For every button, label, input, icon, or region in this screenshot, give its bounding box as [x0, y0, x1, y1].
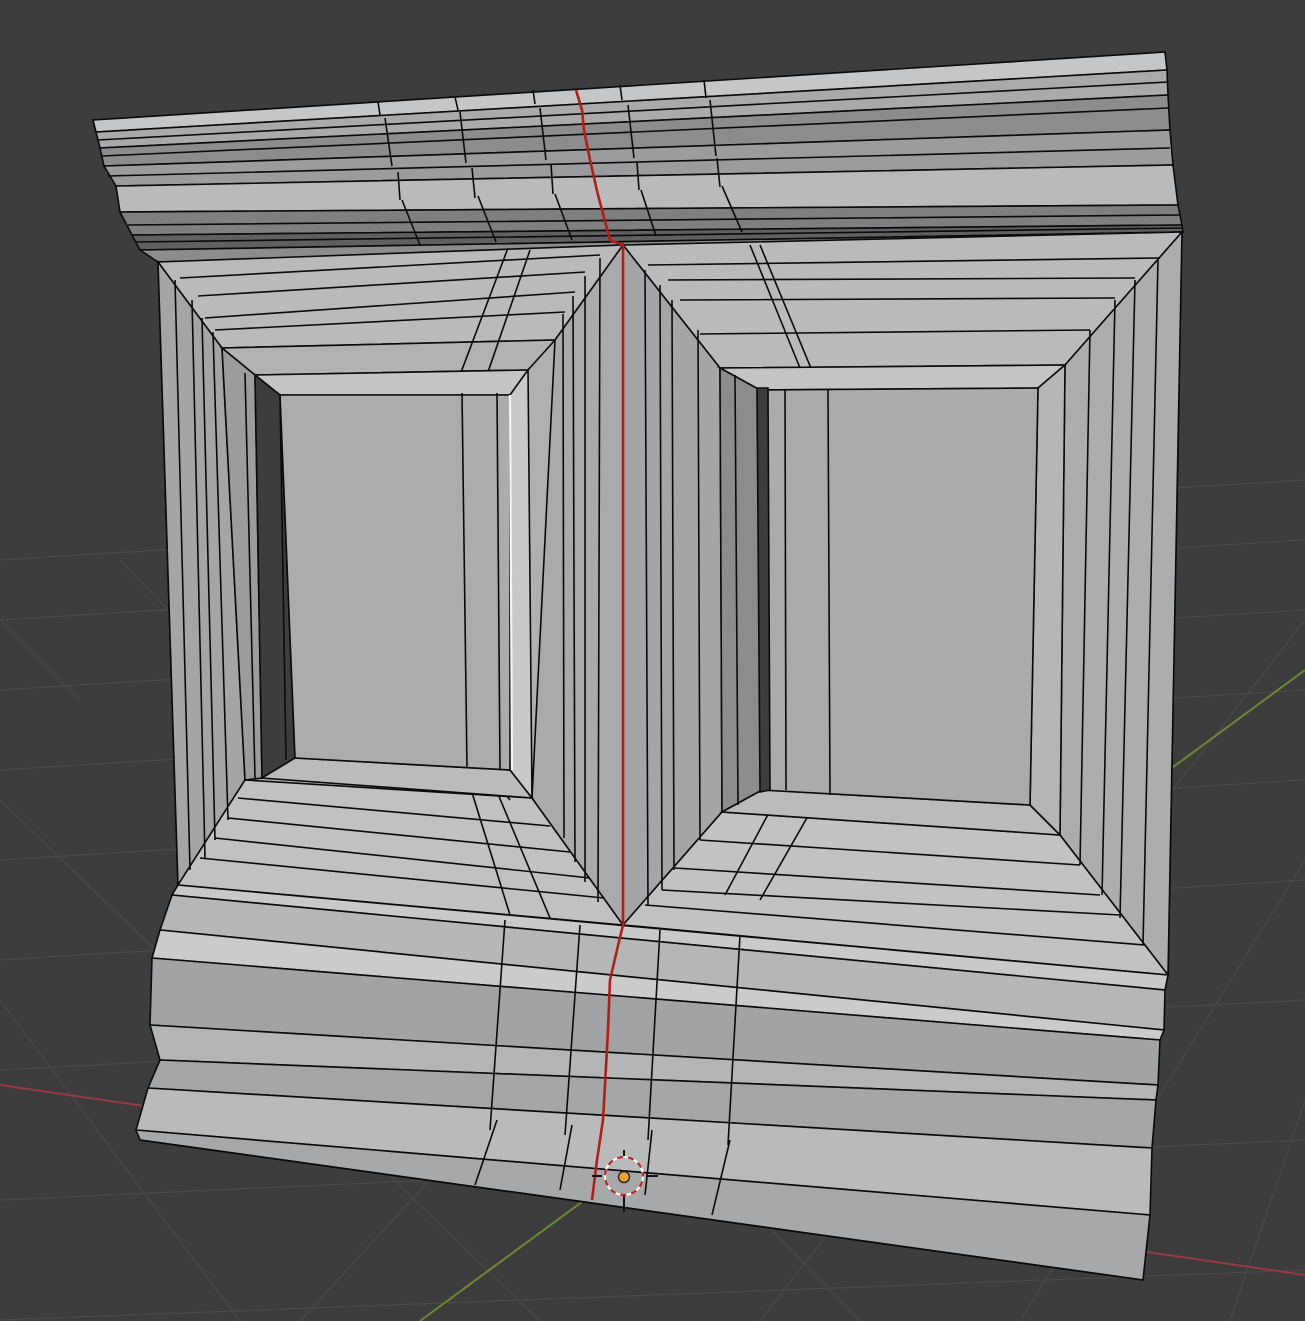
- 3d-viewport[interactable]: [0, 0, 1305, 1321]
- panel-body[interactable]: [156, 229, 1184, 978]
- top-cornice[interactable]: [91, 51, 1184, 263]
- object-origin-icon[interactable]: [617, 1170, 631, 1184]
- right-panel[interactable]: [621, 229, 1184, 978]
